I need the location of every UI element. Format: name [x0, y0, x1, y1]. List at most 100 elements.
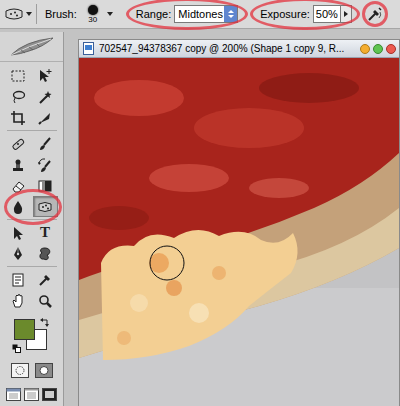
move-icon	[37, 68, 53, 84]
document-window: 702547_94378367 copy @ 200% (Shape 1 cop…	[78, 39, 400, 406]
tool-list: T	[5, 65, 59, 311]
slice-icon	[37, 110, 53, 126]
range-group: Range: Midtones	[136, 5, 238, 24]
document-icon	[82, 42, 95, 55]
tool-preset-picker[interactable]	[4, 6, 34, 22]
tool-button[interactable]	[33, 154, 58, 175]
up-arrow-icon	[228, 10, 234, 13]
tool-separator	[7, 219, 57, 220]
tool-button[interactable]	[33, 175, 58, 196]
tool-button[interactable]	[6, 290, 31, 311]
exposure-field[interactable]: 50%	[313, 5, 341, 24]
pen-icon	[10, 246, 26, 262]
standard-screen-icon[interactable]	[6, 388, 21, 401]
type-icon: T	[40, 225, 50, 240]
tool-button[interactable]	[6, 269, 31, 290]
screen-mode-buttons	[6, 388, 57, 401]
tool-button[interactable]	[33, 107, 58, 128]
tool-button[interactable]	[6, 65, 31, 86]
brush-size: 30	[88, 16, 97, 24]
right-arrow-icon	[344, 11, 348, 17]
color-swatches	[10, 317, 54, 355]
tool-button[interactable]	[6, 175, 31, 196]
default-colors-icon[interactable]	[12, 344, 22, 354]
dropdown-arrow-icon	[26, 12, 32, 16]
tool-button[interactable]	[33, 290, 58, 311]
lasso-icon	[10, 89, 26, 105]
airbrush-button[interactable]	[366, 5, 384, 23]
tool-button[interactable]	[33, 133, 58, 154]
sponge-icon	[4, 6, 24, 22]
tool-separator	[7, 130, 57, 131]
toolbox-header	[0, 32, 63, 62]
tool-row	[5, 243, 59, 264]
tool-row	[5, 107, 59, 128]
marquee-icon	[10, 68, 26, 84]
path-selection-icon	[10, 225, 26, 241]
separator	[36, 4, 37, 24]
tool-button[interactable]	[33, 65, 58, 86]
canvas[interactable]	[79, 58, 399, 406]
dropdown-button[interactable]	[224, 6, 237, 23]
range-value: Midtones	[175, 6, 224, 23]
document-title-bar[interactable]: 702547_94378367 copy @ 200% (Shape 1 cop…	[79, 40, 399, 58]
tool-separator	[7, 266, 57, 267]
tool-button[interactable]	[6, 107, 31, 128]
highlight-circle	[362, 1, 388, 27]
down-arrow-icon	[228, 15, 234, 18]
options-bar: Brush: 30 Range: Midtones Exposure: 50%	[0, 0, 400, 29]
zoom-icon	[37, 293, 53, 309]
tool-button[interactable]	[33, 86, 58, 107]
range-dropdown[interactable]: Midtones	[174, 5, 238, 24]
foreground-color-swatch[interactable]	[14, 319, 35, 340]
tool-row	[5, 65, 59, 86]
tool-button[interactable]	[6, 86, 31, 107]
eyedropper-icon	[37, 272, 53, 288]
photoshop-window: Brush: 30 Range: Midtones Exposure: 50%	[0, 0, 400, 406]
exposure-slider-button[interactable]	[341, 5, 352, 23]
gradient-icon	[37, 178, 53, 194]
document-title: 702547_94378367 copy @ 200% (Shape 1 cop…	[99, 41, 356, 57]
tool-button[interactable]	[33, 269, 58, 290]
toolbox: T	[0, 32, 64, 406]
tool-button[interactable]	[33, 243, 58, 264]
quick-mask-icon[interactable]	[35, 363, 53, 378]
blur-icon	[10, 199, 26, 215]
full-screen-menu-icon[interactable]	[24, 388, 39, 401]
mask-mode-buttons	[11, 363, 53, 378]
brush-label: Brush:	[45, 6, 77, 23]
exposure-value: 50%	[316, 6, 338, 23]
history-brush-icon	[37, 157, 53, 173]
tool-row: T	[5, 222, 59, 243]
tool-row	[5, 175, 59, 196]
hand-icon	[10, 293, 26, 309]
tool-button[interactable]	[6, 154, 31, 175]
tool-button[interactable]	[6, 243, 31, 264]
maximize-button[interactable]	[373, 44, 383, 54]
exposure-label: Exposure:	[260, 6, 310, 23]
tool-button[interactable]: T	[33, 222, 58, 243]
tool-row	[5, 133, 59, 154]
custom-shape-icon	[37, 246, 53, 262]
minimize-button[interactable]	[360, 44, 370, 54]
tool-row	[5, 269, 59, 290]
full-screen-icon[interactable]	[42, 388, 57, 401]
dropdown-arrow-icon	[107, 12, 113, 16]
tool-row	[5, 86, 59, 107]
tool-button[interactable]	[6, 222, 31, 243]
brush-preview[interactable]: 30	[81, 5, 105, 24]
swap-colors-icon[interactable]	[40, 317, 50, 327]
close-button[interactable]	[386, 44, 396, 54]
eraser-icon	[10, 178, 26, 194]
tool-row	[5, 196, 59, 217]
healing-brush-icon	[10, 136, 26, 152]
tool-button[interactable]	[33, 196, 58, 217]
tool-button[interactable]	[6, 133, 31, 154]
exposure-group: Exposure: 50%	[260, 5, 352, 24]
tool-button[interactable]	[6, 196, 31, 217]
brush-tip-icon	[88, 5, 98, 15]
brush-icon	[37, 136, 53, 152]
tool-row	[5, 154, 59, 175]
sponge-icon	[37, 199, 53, 215]
standard-mode-icon[interactable]	[11, 363, 29, 378]
